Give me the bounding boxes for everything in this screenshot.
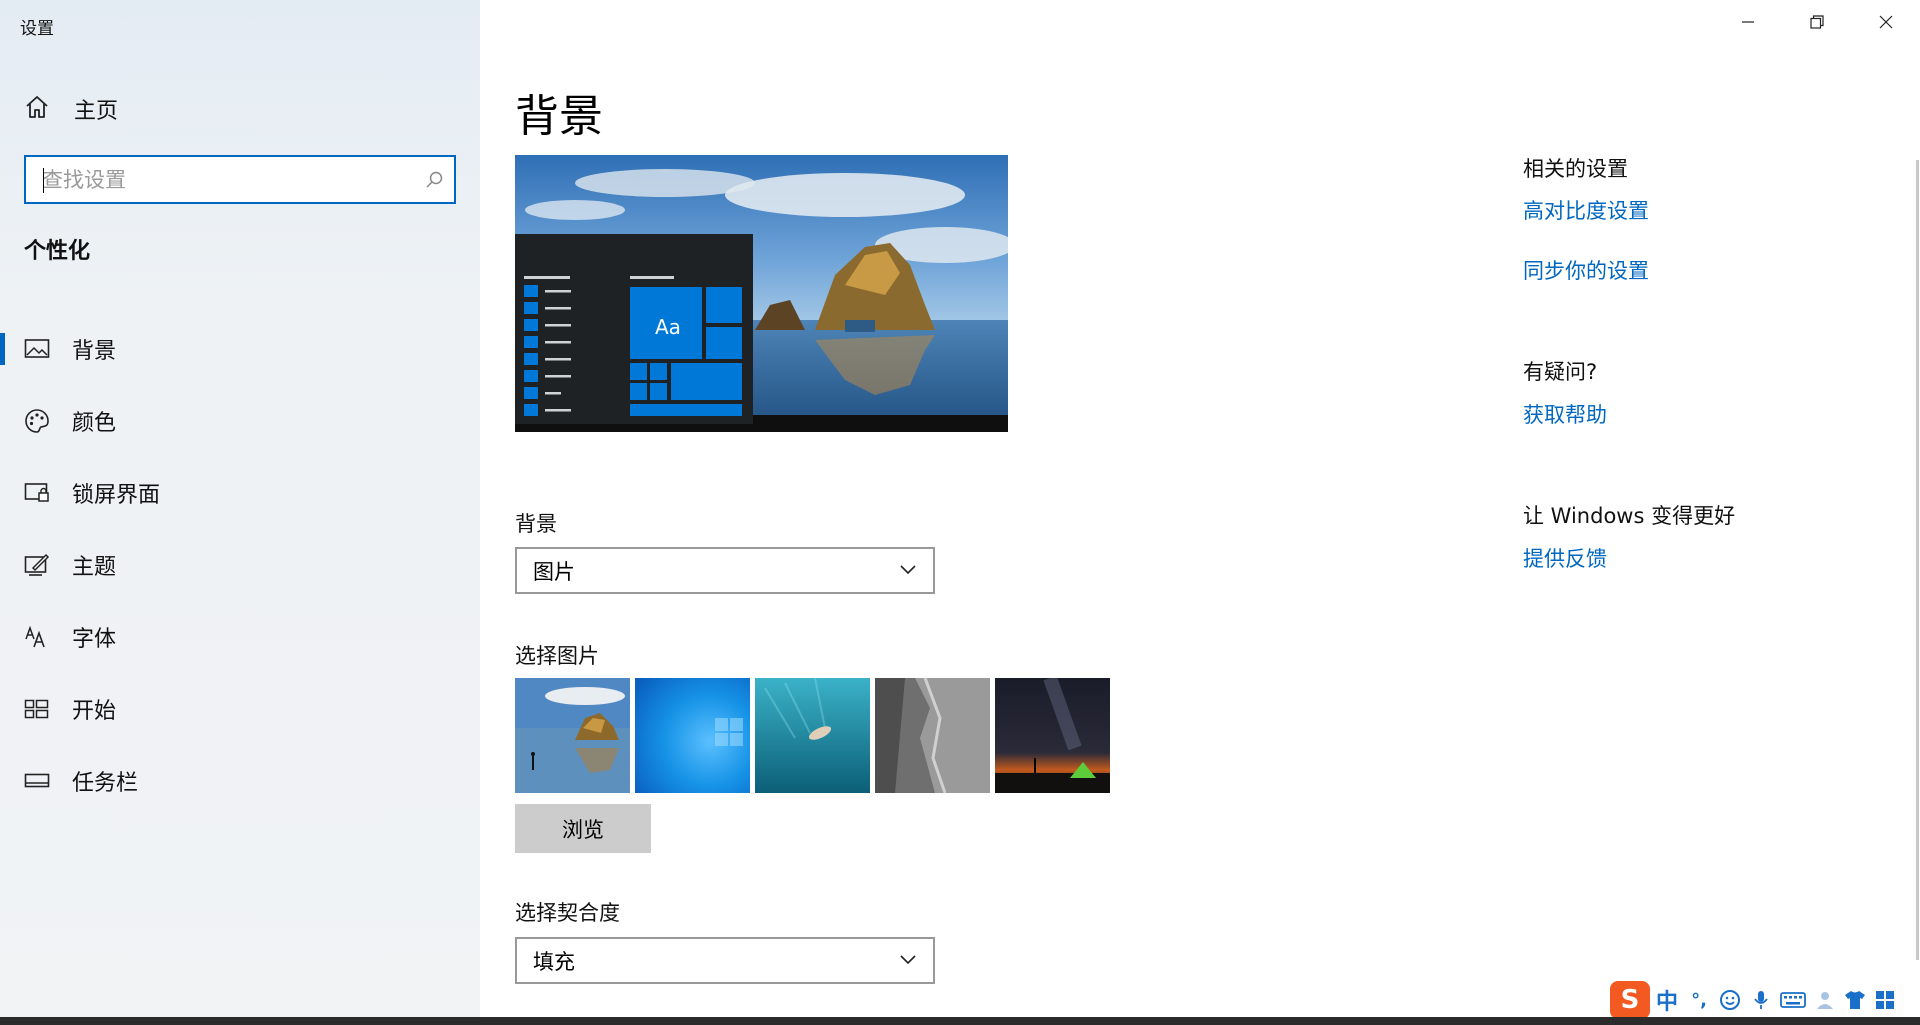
user-icon[interactable] bbox=[1810, 981, 1840, 1019]
home-icon bbox=[24, 94, 50, 124]
sidebar-item-themes[interactable]: 主题 bbox=[0, 529, 480, 601]
sidebar-nav: 背景 颜色 锁屏界面 主题 字体 开始 任务栏 bbox=[0, 313, 480, 817]
question-title: 有疑问? bbox=[1523, 360, 1598, 384]
thumbnail-beach-rock[interactable] bbox=[515, 678, 630, 793]
get-help-link[interactable]: 获取帮助 bbox=[1523, 399, 1607, 429]
sidebar-item-fonts[interactable]: 字体 bbox=[0, 601, 480, 673]
ime-mode-text: 中 bbox=[1655, 990, 1678, 1015]
toolbox-grid-icon[interactable] bbox=[1870, 981, 1900, 1019]
desktop-preview: Aa bbox=[515, 155, 1008, 432]
thumbnail-rock-cliff[interactable] bbox=[875, 678, 990, 793]
browse-button[interactable]: 浏览 bbox=[515, 804, 651, 853]
palette-icon bbox=[24, 408, 50, 434]
search-icon[interactable] bbox=[414, 170, 454, 190]
text-caret bbox=[43, 168, 44, 193]
sidebar-item-taskbar[interactable]: 任务栏 bbox=[0, 745, 480, 817]
sidebar-item-label: 颜色 bbox=[72, 411, 117, 436]
scrollbar[interactable] bbox=[1914, 160, 1920, 1010]
sidebar-item-start[interactable]: 开始 bbox=[0, 673, 480, 745]
page-title: 背景 bbox=[515, 91, 603, 142]
sidebar-item-label: 字体 bbox=[72, 627, 117, 652]
sidebar-item-label: 主题 bbox=[72, 555, 117, 580]
skin-shirt-icon[interactable] bbox=[1840, 981, 1870, 1019]
sidebar-item-label: 背景 bbox=[72, 339, 117, 364]
thumbnail-underwater-swimmer[interactable] bbox=[755, 678, 870, 793]
ime-logo-text: S bbox=[1620, 985, 1640, 1015]
ime-punctuation-toggle[interactable]: °, bbox=[1684, 981, 1714, 1019]
close-icon bbox=[1878, 14, 1894, 34]
thumbnail-night-tent[interactable] bbox=[995, 678, 1110, 793]
picture-thumbnails bbox=[515, 678, 1115, 793]
font-icon bbox=[24, 624, 50, 650]
emoji-icon[interactable] bbox=[1714, 981, 1746, 1019]
taskbar-edge bbox=[0, 1017, 1920, 1025]
section-title: 个性化 bbox=[24, 239, 91, 264]
high-contrast-link[interactable]: 高对比度设置 bbox=[1523, 195, 1649, 225]
ime-punct-text: °, bbox=[1691, 989, 1707, 1011]
sync-settings-link[interactable]: 同步你的设置 bbox=[1523, 255, 1649, 285]
restore-button[interactable] bbox=[1782, 0, 1851, 48]
thumbnail-windows-blue[interactable] bbox=[635, 678, 750, 793]
minimize-button[interactable] bbox=[1713, 0, 1782, 48]
picture-icon bbox=[24, 336, 50, 362]
start-tiles-icon bbox=[24, 696, 50, 722]
background-dropdown[interactable]: 图片 bbox=[515, 547, 935, 594]
choose-picture-label: 选择图片 bbox=[515, 644, 599, 668]
restore-icon bbox=[1809, 14, 1825, 34]
ime-mode-toggle[interactable]: 中 bbox=[1650, 981, 1684, 1019]
sidebar-home[interactable]: 主页 bbox=[24, 92, 118, 126]
related-settings-title: 相关的设置 bbox=[1523, 157, 1628, 181]
search-box[interactable] bbox=[24, 155, 456, 204]
app-title: 设置 bbox=[20, 19, 54, 39]
preview-wallpaper-image bbox=[515, 155, 1008, 432]
sidebar-item-label: 开始 bbox=[72, 699, 117, 724]
sidebar: 设置 主页 个性化 背景 颜色 锁屏界 bbox=[0, 0, 480, 1025]
sidebar-item-background[interactable]: 背景 bbox=[0, 313, 480, 385]
chevron-down-icon bbox=[899, 951, 917, 970]
sidebar-item-label: 锁屏界面 bbox=[72, 483, 161, 508]
fit-dropdown[interactable]: 填充 bbox=[515, 937, 935, 984]
sidebar-home-label: 主页 bbox=[74, 99, 119, 124]
scrollbar-thumb[interactable] bbox=[1916, 160, 1919, 960]
fit-label: 选择契合度 bbox=[515, 901, 620, 925]
close-button[interactable] bbox=[1851, 0, 1920, 48]
sidebar-item-lockscreen[interactable]: 锁屏界面 bbox=[0, 457, 480, 529]
background-dropdown-value: 图片 bbox=[533, 559, 575, 584]
fit-dropdown-value: 填充 bbox=[533, 949, 575, 974]
sidebar-item-label: 任务栏 bbox=[72, 771, 139, 796]
sogou-logo-icon[interactable]: S bbox=[1610, 981, 1650, 1019]
search-input[interactable] bbox=[26, 157, 414, 202]
feedback-link[interactable]: 提供反馈 bbox=[1523, 543, 1607, 573]
keyboard-icon[interactable] bbox=[1776, 981, 1810, 1019]
microphone-icon[interactable] bbox=[1746, 981, 1776, 1019]
window-controls bbox=[1713, 0, 1920, 48]
chevron-down-icon bbox=[899, 561, 917, 580]
minimize-icon bbox=[1740, 14, 1756, 34]
theme-brush-icon bbox=[24, 552, 50, 578]
taskbar-icon bbox=[24, 768, 50, 794]
preview-tile-text: Aa bbox=[655, 315, 681, 339]
sidebar-item-colors[interactable]: 颜色 bbox=[0, 385, 480, 457]
lock-screen-icon bbox=[24, 480, 50, 506]
background-label: 背景 bbox=[515, 512, 557, 536]
improve-windows-title: 让 Windows 变得更好 bbox=[1523, 504, 1736, 528]
ime-toolbar: S 中 °, bbox=[1610, 981, 1920, 1019]
